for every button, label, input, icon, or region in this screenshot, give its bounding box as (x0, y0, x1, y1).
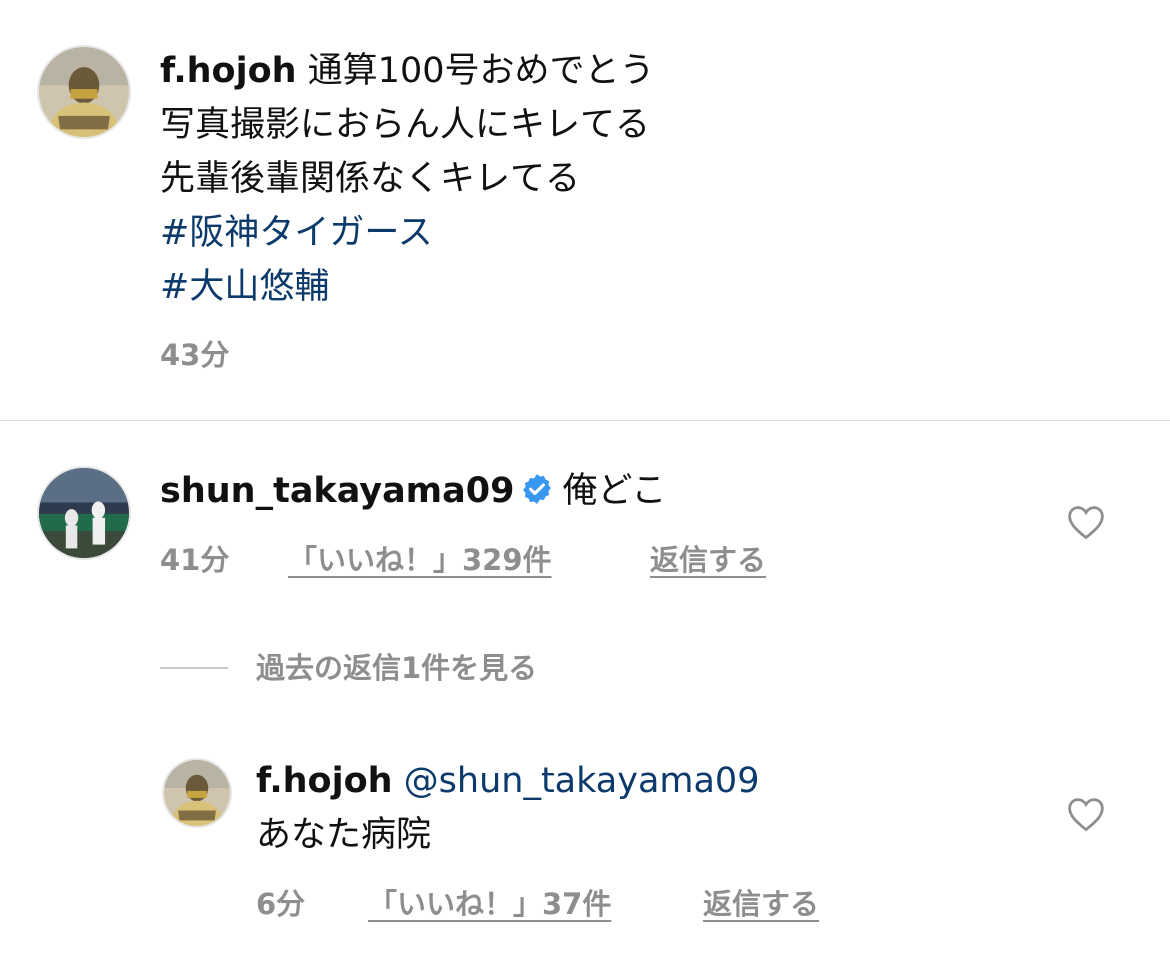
post-caption-line-2: 写真撮影におらん人にキレてる (160, 105, 651, 145)
reply-reply-button[interactable]: 返信する (703, 884, 819, 924)
reply-likes-link[interactable]: 「いいね！」37件 (368, 884, 611, 924)
reply-username[interactable]: f.hojoh (256, 761, 393, 801)
reply-timestamp: 6分 (256, 887, 306, 921)
comment-line: shun_takayama09 俺どこ (160, 466, 666, 516)
comment-text: 俺どこ (562, 471, 667, 511)
view-replies-button[interactable]: 過去の返信1件を見る (256, 648, 537, 688)
comment-username[interactable]: shun_takayama09 (160, 471, 514, 511)
reply-line-1: f.hojoh @shun_takayama09 (256, 756, 759, 806)
avatar-image (39, 468, 129, 558)
post-caption-line-3: 先輩後輩関係なくキレてる (160, 159, 581, 199)
reply-text: あなた病院 (256, 815, 432, 855)
reply-author-avatar[interactable] (162, 758, 232, 828)
section-divider (0, 420, 1170, 421)
post-caption-line-1: f.hojoh 通算100号おめでとう (160, 46, 654, 96)
hashtag-hanshin-tigers[interactable]: #阪神タイガース (160, 208, 433, 258)
avatar-image (39, 47, 129, 137)
post-timestamp: 43分 (160, 338, 230, 372)
hashtag-oyama-yusuke[interactable]: #大山悠輔 (160, 262, 329, 312)
view-replies-line (160, 667, 228, 669)
post-author-avatar[interactable] (37, 45, 131, 139)
verified-badge-icon (520, 470, 554, 504)
comment-reply-button[interactable]: 返信する (650, 540, 766, 580)
post-caption-text: 通算100号おめでとう (307, 51, 655, 91)
comment-likes-link[interactable]: 「いいね！」329件 (288, 540, 552, 580)
avatar-image (164, 760, 230, 826)
reply-mention[interactable]: @shun_takayama09 (404, 761, 760, 801)
comment-author-avatar[interactable] (37, 466, 131, 560)
heart-outline-icon[interactable] (1066, 796, 1106, 832)
heart-outline-icon[interactable] (1066, 504, 1106, 540)
comment-timestamp: 41分 (160, 543, 230, 577)
post-username[interactable]: f.hojoh (160, 51, 297, 91)
